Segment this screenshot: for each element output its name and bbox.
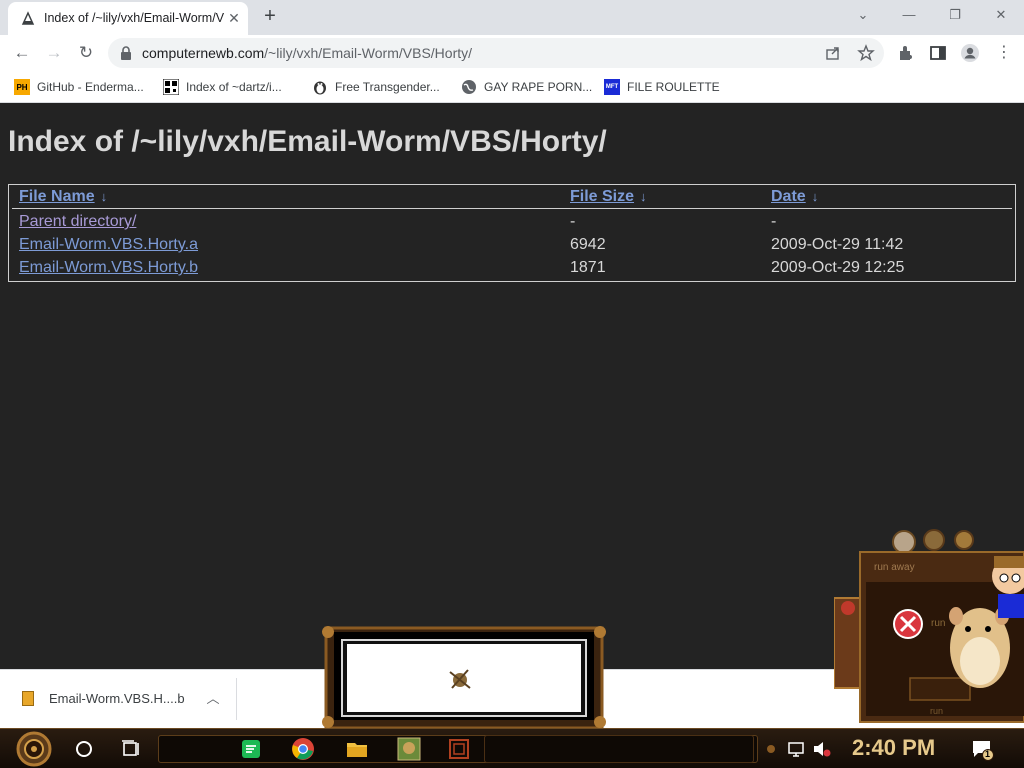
lock-icon[interactable] (120, 46, 132, 60)
sort-arrow-icon: ↓ (100, 189, 108, 204)
restore-button[interactable]: ❐ (940, 4, 970, 26)
start-button-gear-icon[interactable] (12, 731, 56, 767)
file-link-horty-a[interactable]: Email-Worm.VBS.Horty.a (19, 236, 198, 254)
menu-dots-icon[interactable]: ⋮ (994, 43, 1014, 63)
notification-count-badge: 1 (985, 749, 991, 759)
file-size-cell: 1871 (570, 259, 606, 276)
file-date-cell: 2009-Oct-29 12:25 (771, 259, 905, 276)
profile-avatar-icon[interactable] (960, 43, 980, 63)
url-host: computernewb.com (142, 45, 265, 61)
steampunk-frame-widget[interactable] (320, 622, 608, 732)
minimize-button[interactable]: — (894, 4, 924, 26)
tab-strip: Index of /~lily/vxh/Email-Worm/VBS/Horty… (0, 0, 1024, 35)
taskbar-clock[interactable]: 2:40 PM (852, 735, 935, 761)
file-date-cell: 2009-Oct-29 11:42 (771, 236, 904, 253)
globe-favicon-icon (21, 11, 35, 25)
extensions-icon[interactable] (896, 43, 916, 63)
file-explorer-folder-icon[interactable] (345, 737, 369, 761)
search-circle-icon[interactable] (72, 737, 96, 761)
popup-message: run (931, 618, 946, 629)
reload-button[interactable]: ↻ (74, 41, 98, 65)
download-filename: Email-Worm.VBS.H....b (49, 691, 185, 706)
file-link-parent-directory[interactable]: Parent directory/ (19, 213, 136, 231)
spotify-like-green-icon[interactable] (239, 737, 263, 761)
column-header-file-size[interactable]: File Size ↓ (570, 188, 647, 206)
download-item[interactable]: Email-Worm.VBS.H....b ︿ (8, 678, 236, 720)
steampunk-frame-app-icon[interactable] (447, 737, 471, 761)
url-path: /~lily/vxh/Email-Worm/VBS/Horty/ (264, 45, 473, 61)
popup-title: run away (874, 562, 915, 573)
column-header-label: Date (771, 188, 806, 205)
file-link-horty-b[interactable]: Email-Worm.VBS.Horty.b (19, 259, 198, 277)
notification-center-icon[interactable]: 1 (970, 737, 994, 761)
bookmark-label: GAY RAPE PORN... (484, 80, 593, 94)
volume-muted-icon[interactable] (811, 737, 831, 761)
sort-arrow-icon: ↓ (811, 189, 819, 204)
file-size-cell: - (570, 213, 576, 230)
close-tab-icon[interactable]: ✕ (226, 10, 242, 26)
bookmark-item-github[interactable]: PH GitHub - Enderma... (14, 78, 144, 96)
bookmark-item-index-dartz[interactable]: Index of ~dartz/i... (163, 78, 282, 96)
file-date-cell: - (771, 213, 777, 230)
column-header-file-name[interactable]: File Name ↓ (19, 188, 107, 206)
new-tab-button[interactable]: + (258, 5, 282, 29)
file-listing-table: File Name ↓ File Size ↓ Date ↓ Parent direc… (8, 184, 1016, 282)
column-header-label: File Size (570, 188, 635, 205)
bookmarks-bar: PH GitHub - Enderma... Index of ~dartz/i… (0, 71, 1024, 103)
globe-icon (461, 79, 477, 95)
url-text[interactable]: computernewb.com/~lily/vxh/Email-Worm/VB… (142, 45, 472, 61)
bookmark-label: GitHub - Enderma... (37, 80, 144, 94)
tab-active[interactable]: Index of /~lily/vxh/Email-Worm/VBS/Horty… (8, 2, 248, 35)
taskbar: 2:40 PM 1 (0, 728, 1024, 768)
game-app-icon[interactable] (397, 737, 421, 761)
chevron-up-icon[interactable]: ︿ (204, 688, 222, 706)
bookmark-star-icon[interactable] (857, 44, 875, 62)
forward-button[interactable]: → (42, 41, 66, 65)
task-view-icon[interactable] (119, 737, 143, 761)
popup-run-button[interactable]: run (930, 706, 943, 716)
tab-title: Index of /~lily/vxh/Email-Worm/VBS/Horty… (44, 11, 224, 25)
shelf-divider (236, 678, 237, 720)
share-icon[interactable] (824, 44, 842, 62)
close-window-button[interactable]: ✕ (986, 4, 1016, 26)
bookmark-label: Free Transgender... (335, 80, 440, 94)
browser-toolbar: ← → ↻ computernewb.com/~lily/vxh/Email-W… (0, 35, 1024, 71)
chrome-icon[interactable] (291, 737, 315, 761)
file-icon (22, 691, 34, 706)
column-header-label: File Name (19, 188, 95, 205)
sort-arrow-icon: ↓ (640, 189, 647, 204)
show-hidden-icons-icon[interactable] (764, 737, 778, 761)
mft-icon: MFT (604, 79, 620, 95)
side-panel-icon[interactable] (928, 43, 948, 63)
column-header-date[interactable]: Date ↓ (771, 188, 818, 206)
bookmark-item-gay-rape-porn[interactable]: GAY RAPE PORN... (461, 78, 592, 96)
taskbar-empty-slot (484, 735, 754, 763)
tux-icon (312, 79, 328, 95)
ph-icon: PH (14, 79, 30, 95)
file-size-cell: 6942 (570, 236, 606, 253)
qr-icon (163, 79, 179, 95)
header-divider (12, 208, 1012, 209)
page-title: Index of /~lily/vxh/Email-Worm/VBS/Horty… (8, 125, 607, 158)
network-icon[interactable] (786, 737, 806, 761)
bookmark-item-free-transgender[interactable]: Free Transgender... (312, 78, 440, 96)
bookmark-label: FILE ROULETTE (627, 80, 720, 94)
bookmark-label: Index of ~dartz/i... (186, 80, 282, 94)
back-button[interactable]: ← (10, 41, 34, 65)
run-away-popup[interactable]: run away run run (834, 526, 1024, 726)
bookmark-item-file-roulette[interactable]: MFT FILE ROULETTE (604, 78, 720, 96)
tab-search-icon[interactable]: ⌄ (848, 4, 878, 26)
address-bar[interactable]: computernewb.com/~lily/vxh/Email-Worm/VB… (108, 38, 884, 68)
